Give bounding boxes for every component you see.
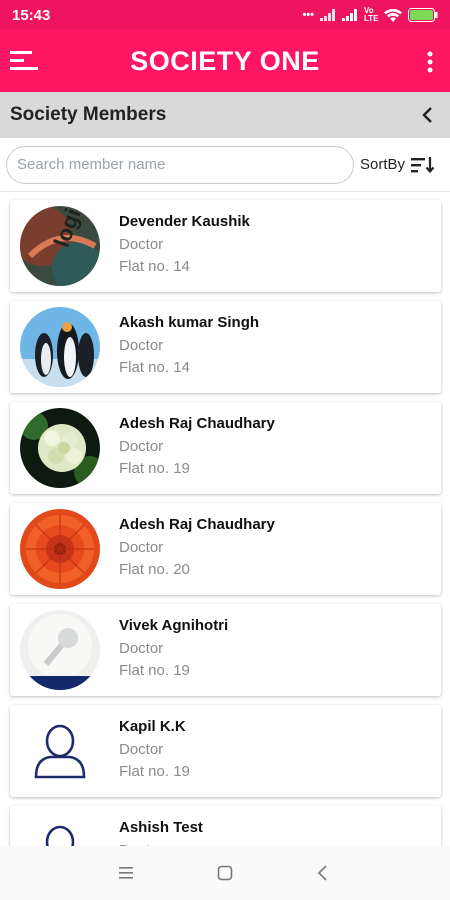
member-flat: Flat no. 20: [119, 561, 190, 578]
member-flat: Flat no. 19: [119, 662, 190, 679]
member-card[interactable]: Ashish Test Doctor: [10, 806, 441, 846]
member-name: Adesh Raj Chaudhary: [119, 516, 275, 533]
member-flat: Flat no. 19: [119, 763, 190, 780]
sort-label: SortBy: [360, 156, 406, 173]
sort-icon: [411, 156, 435, 173]
search-row: SortBy: [0, 138, 450, 192]
member-role: Doctor: [119, 640, 164, 657]
member-role: Doctor: [119, 741, 164, 758]
section-header: Society Members: [0, 92, 450, 138]
app-bar: SOCIETY ONE: [0, 30, 450, 92]
notification-dots-icon: •••: [302, 9, 314, 21]
more-options-button[interactable]: [426, 50, 434, 74]
member-name: Kapil K.K: [119, 718, 186, 735]
nav-back-button[interactable]: [310, 860, 336, 886]
status-time: 15:43: [12, 6, 51, 24]
menu-button[interactable]: [10, 48, 40, 74]
person-placeholder-icon: [45, 825, 75, 846]
member-card[interactable]: Kapil K.K Doctor Flat no. 19: [10, 705, 441, 797]
avatar: [20, 610, 100, 690]
home-button[interactable]: [212, 860, 238, 886]
page-title: Society Members: [10, 104, 167, 125]
member-photo-penguins: [20, 307, 100, 387]
more-vertical-icon: [427, 51, 433, 73]
recents-button[interactable]: [114, 860, 140, 886]
member-list[interactable]: logic Devender Kaushik Doctor Flat no. 1…: [0, 192, 450, 846]
member-flat: Flat no. 14: [119, 258, 190, 275]
signal-icon: [320, 9, 335, 21]
member-name: Vivek Agnihotri: [119, 617, 229, 634]
collapse-button[interactable]: [416, 103, 440, 127]
member-flat: Flat no. 19: [119, 460, 190, 477]
status-icons: ••• Vo LTE: [302, 7, 438, 23]
system-nav-bar: [0, 846, 450, 900]
search-input[interactable]: [6, 145, 354, 184]
avatar: [20, 812, 100, 846]
avatar: [20, 408, 100, 488]
member-card[interactable]: logic Devender Kaushik Doctor Flat no. 1…: [10, 200, 441, 292]
avatar: logic: [20, 206, 100, 286]
member-name: Adesh Raj Chaudhary: [119, 415, 275, 432]
battery-icon: [408, 8, 438, 22]
network-type-label: Vo LTE: [364, 6, 379, 23]
member-card[interactable]: Akash kumar Singh Doctor Flat no. 14: [10, 301, 441, 393]
avatar: [20, 509, 100, 589]
member-card[interactable]: Vivek Agnihotri Doctor Flat no. 19: [10, 604, 441, 696]
member-role: Doctor: [119, 438, 164, 455]
status-bar: 15:43 ••• Vo LTE: [0, 0, 450, 30]
member-card[interactable]: Adesh Raj Chaudhary Doctor Flat no. 19: [10, 402, 441, 494]
member-photo-red-flower: [20, 509, 100, 589]
member-name: Akash kumar Singh: [119, 314, 260, 331]
member-name: Ashish Test: [119, 819, 203, 836]
recents-icon: [119, 867, 133, 879]
member-flat: Flat no. 14: [119, 359, 190, 376]
hamburger-menu-icon: [10, 51, 38, 70]
member-photo-lamp: [20, 610, 100, 690]
member-card[interactable]: Adesh Raj Chaudhary Doctor Flat no. 20: [10, 503, 441, 595]
member-role: Doctor: [119, 337, 164, 354]
member-photo-hydrangea: [20, 408, 100, 488]
avatar: [20, 711, 100, 791]
chevron-left-icon: [422, 107, 432, 123]
nav-back-icon: [317, 865, 327, 881]
member-role: Doctor: [119, 236, 164, 253]
avatar: [20, 307, 100, 387]
app-title: SOCIETY ONE: [130, 45, 320, 76]
member-photo-logo: logic: [20, 206, 100, 286]
member-name: Devender Kaushik: [119, 213, 250, 230]
person-placeholder-icon: [34, 724, 86, 779]
member-role: Doctor: [119, 539, 164, 556]
signal-icon-2: [342, 9, 357, 21]
wifi-icon: [384, 8, 402, 22]
home-icon: [217, 865, 233, 881]
sort-button[interactable]: SortBy: [360, 155, 435, 175]
